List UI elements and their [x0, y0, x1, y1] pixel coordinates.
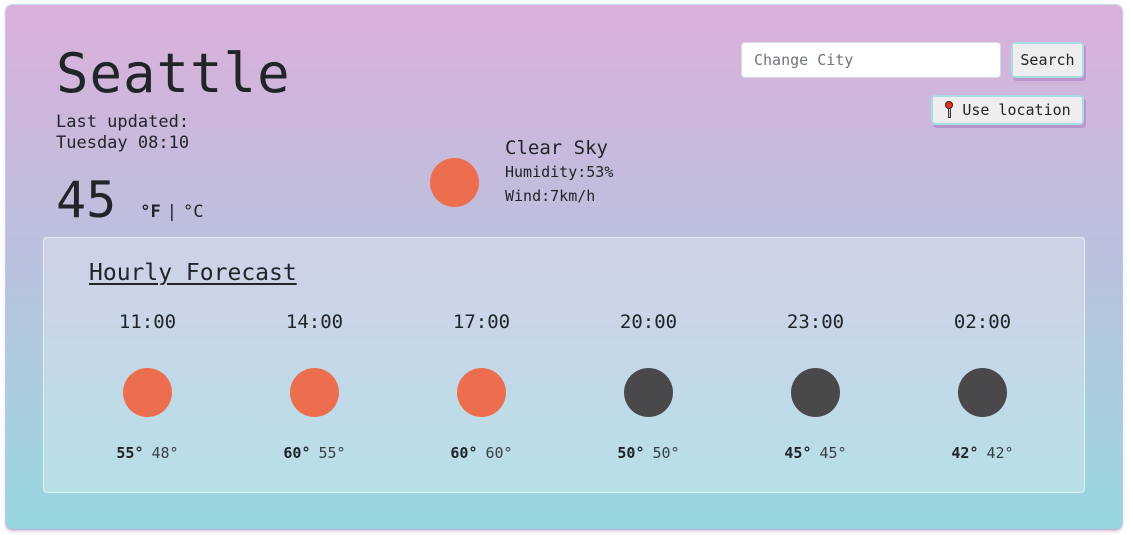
forecast-time: 20:00: [619, 311, 678, 333]
forecast-high: 45°: [784, 444, 812, 462]
sun-icon: [290, 368, 339, 417]
current-conditions: Clear Sky Humidity:53% Wind:7km/h: [505, 136, 613, 208]
search-button-label: Search: [1020, 51, 1075, 69]
current-temperature-row: 45 °F | °C: [56, 171, 203, 229]
forecast-temps: 42° 42°: [951, 443, 1013, 463]
use-location-label: Use location: [962, 101, 1071, 119]
forecast-temps: 50° 50°: [617, 443, 679, 463]
sun-icon: [123, 368, 172, 417]
last-updated: Last updated: Tuesday 08:10: [56, 112, 189, 154]
forecast-low: 60°: [485, 444, 513, 462]
celsius-link[interactable]: °C: [183, 202, 203, 222]
use-location-button[interactable]: Use location: [931, 95, 1084, 125]
forecast-hours: 11:00 55° 48° 14:00 60° 55° 17:00 60° 60° 2…: [64, 310, 1066, 463]
forecast-hour: 20:00 50° 50°: [565, 310, 732, 463]
forecast-high: 60°: [283, 444, 311, 462]
moon-icon: [624, 368, 673, 417]
forecast-time: 23:00: [786, 311, 845, 333]
forecast-time: 17:00: [452, 311, 511, 333]
sun-icon: [430, 158, 479, 207]
forecast-temps: 60° 55°: [283, 443, 345, 463]
forecast-temps: 55° 48°: [116, 443, 178, 463]
city-search-input[interactable]: [741, 42, 1001, 78]
condition-description: Clear Sky: [505, 137, 608, 159]
forecast-time: 14:00: [285, 311, 344, 333]
forecast-high: 50°: [617, 444, 645, 462]
forecast-high: 42°: [951, 444, 979, 462]
forecast-hour: 14:00 60° 55°: [231, 310, 398, 463]
current-temperature: 45: [56, 171, 117, 229]
forecast-hour: 02:00 42° 42°: [899, 310, 1066, 463]
forecast-hour: 11:00 55° 48°: [64, 310, 231, 463]
last-updated-label: Last updated:: [56, 112, 190, 132]
round-pushpin-icon: [944, 101, 954, 119]
forecast-hour: 17:00 60° 60°: [398, 310, 565, 463]
forecast-low: 42°: [986, 444, 1014, 462]
weather-app: Seattle Last updated: Tuesday 08:10 45 °…: [6, 5, 1122, 529]
forecast-low: 45°: [819, 444, 847, 462]
forecast-title: Hourly Forecast: [89, 260, 297, 286]
forecast-high: 55°: [116, 444, 144, 462]
last-updated-value: Tuesday 08:10: [56, 133, 190, 153]
moon-icon: [958, 368, 1007, 417]
forecast-time: 11:00: [118, 311, 177, 333]
forecast-low: 50°: [652, 444, 680, 462]
forecast-time: 02:00: [953, 311, 1012, 333]
forecast-hour: 23:00 45° 45°: [732, 310, 899, 463]
humidity: Humidity:53%: [505, 163, 614, 181]
forecast-low: 55°: [318, 444, 346, 462]
sun-icon: [457, 368, 506, 417]
forecast-high: 60°: [450, 444, 478, 462]
search-button[interactable]: Search: [1011, 42, 1084, 78]
moon-icon: [791, 368, 840, 417]
city-name: Seattle: [56, 42, 291, 105]
forecast-temps: 60° 60°: [450, 443, 512, 463]
unit-toggle: °F | °C: [140, 202, 203, 222]
hourly-forecast-panel: Hourly Forecast 11:00 55° 48° 14:00 60° 55…: [43, 237, 1085, 493]
forecast-low: 48°: [151, 444, 179, 462]
fahrenheit-link[interactable]: °F: [140, 202, 160, 222]
forecast-temps: 45° 45°: [784, 443, 846, 463]
wind: Wind:7km/h: [505, 187, 596, 205]
unit-separator: |: [166, 202, 177, 222]
